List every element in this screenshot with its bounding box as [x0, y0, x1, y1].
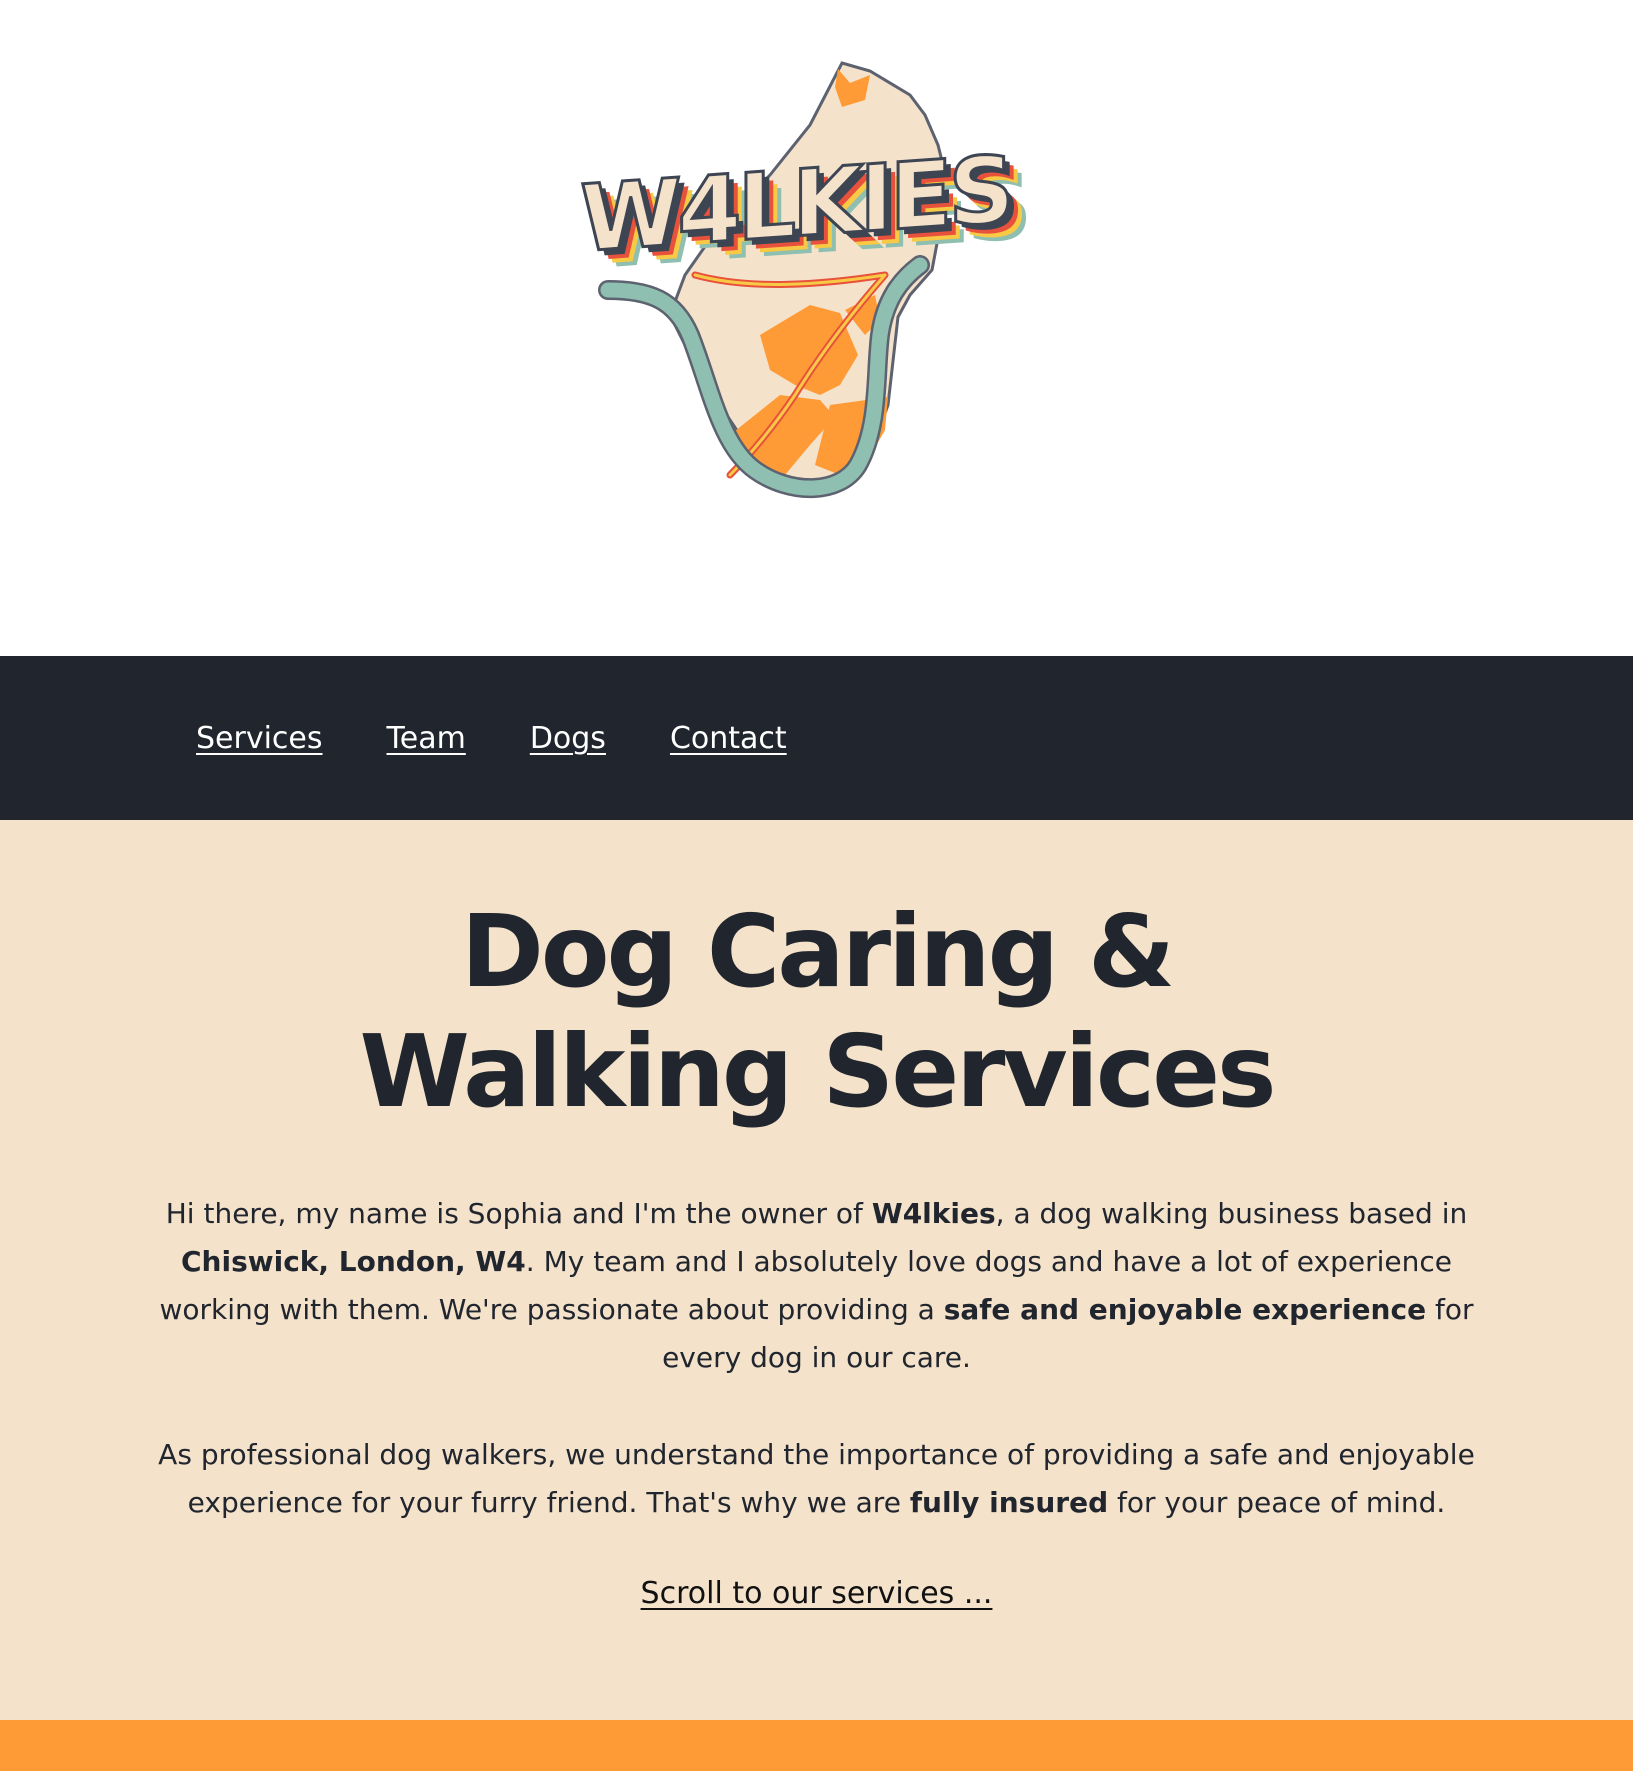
brand-name-text: W4lkies [871, 1197, 996, 1230]
intro-text: , a dog walking business based in [995, 1197, 1468, 1230]
nav-link-dogs[interactable]: Dogs [530, 721, 606, 756]
intro-text: Hi there, my name is Sophia and I'm the … [165, 1197, 872, 1230]
insurance-paragraph: As professional dog walkers, we understa… [157, 1431, 1477, 1527]
highlight-text: safe and enjoyable experience [943, 1293, 1427, 1326]
fully-insured-text: fully insured [909, 1486, 1109, 1519]
logo-header: W4LKIES W4LKIES W4LKIES W4LKIES W4LKIES [0, 0, 1633, 656]
hero-section: Dog Caring & Walking Services Hi there, … [0, 820, 1633, 1720]
nav-link-services[interactable]: Services [196, 721, 323, 756]
insurance-text: for your peace of mind. [1108, 1486, 1446, 1519]
location-text: Chiswick, London, W4 [180, 1245, 526, 1278]
page-title: Dog Caring & Walking Services [359, 893, 1276, 1130]
main-nav: Services Team Dogs Contact [0, 656, 1633, 820]
scroll-to-services-link[interactable]: Scroll to our services ... [641, 1576, 993, 1611]
nav-link-team[interactable]: Team [387, 721, 466, 756]
intro-paragraph: Hi there, my name is Sophia and I'm the … [157, 1190, 1477, 1382]
w4lkies-logo-icon: W4LKIES W4LKIES W4LKIES W4LKIES W4LKIES [580, 61, 1029, 499]
orange-section-band [0, 1720, 1633, 1771]
nav-link-contact[interactable]: Contact [670, 721, 787, 756]
